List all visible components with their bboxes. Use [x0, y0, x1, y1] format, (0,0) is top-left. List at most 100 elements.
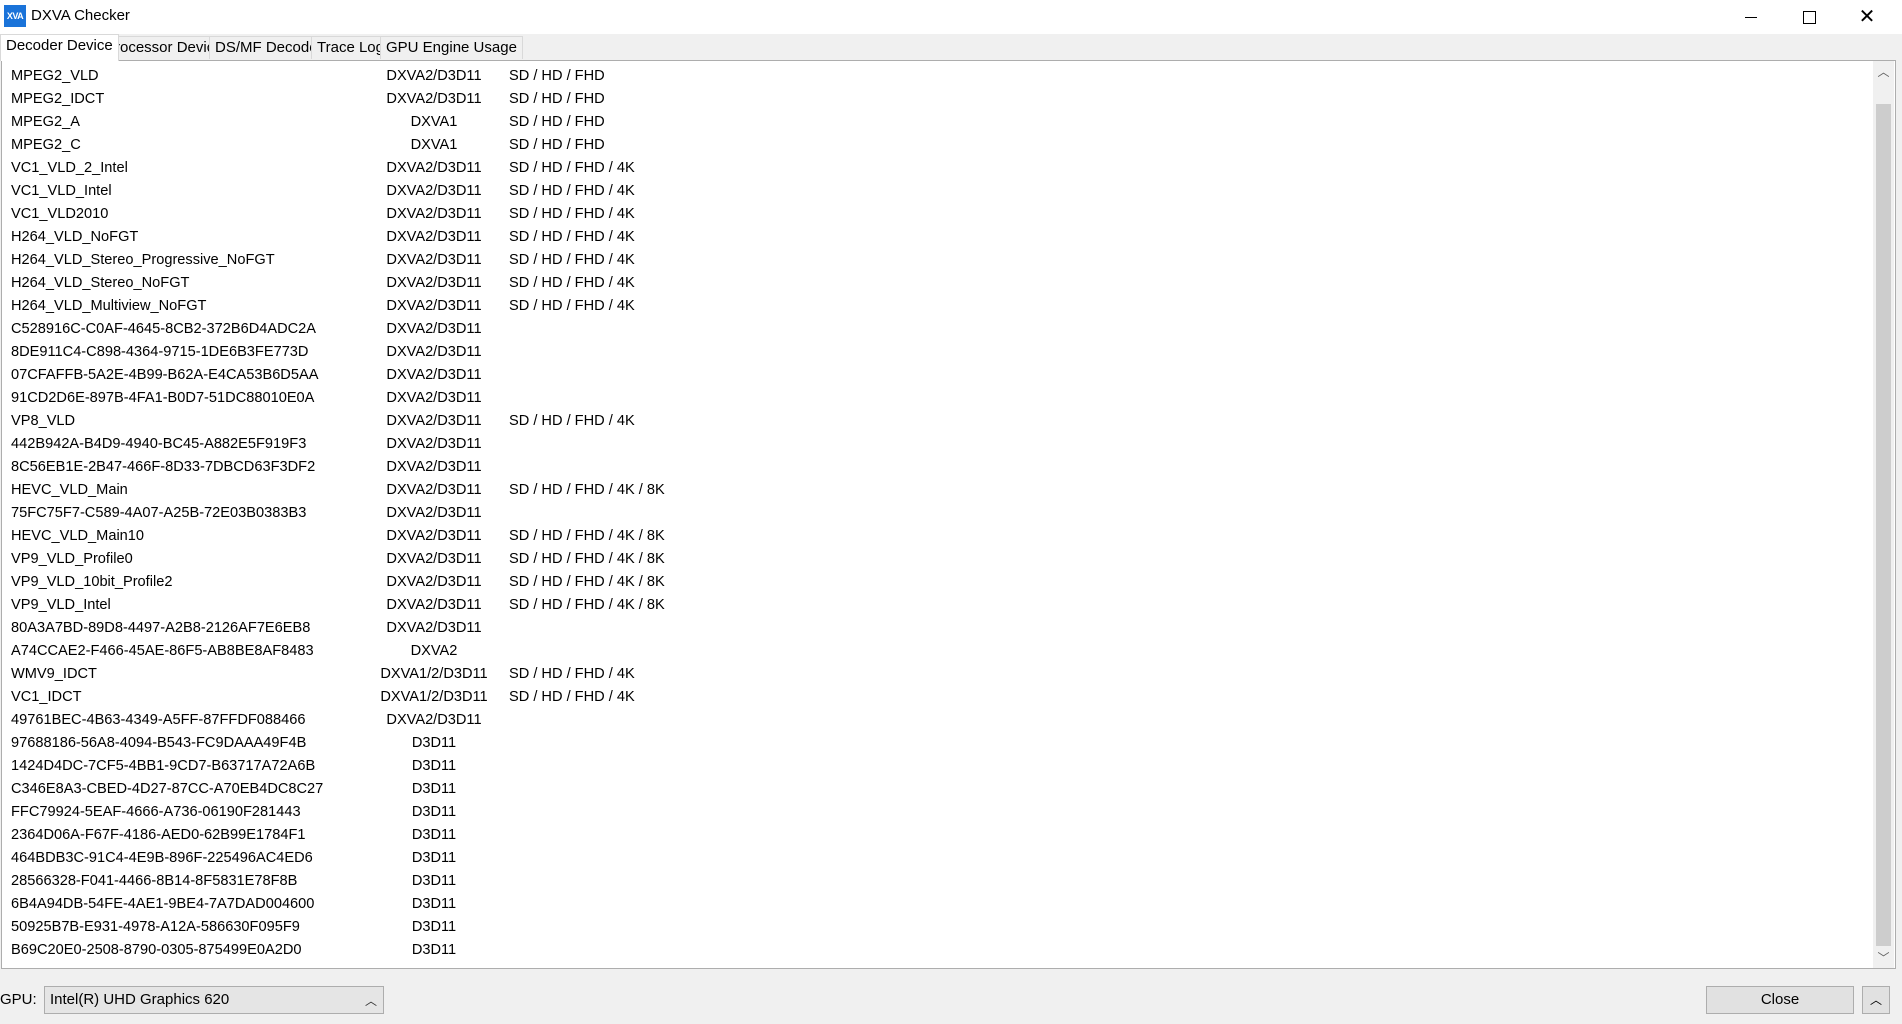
- decoder-name: H264_VLD_Multiview_NoFGT: [11, 298, 207, 314]
- decoder-name: VC1_VLD_Intel: [11, 183, 112, 199]
- decoder-api: D3D11: [411, 827, 457, 843]
- decoder-api: DXVA2/D3D11: [386, 344, 482, 360]
- decoder-row[interactable]: H264_VLD_NoFGT DXVA2/D3D11 SD / HD / FHD /…: [2, 226, 1862, 249]
- decoder-resolutions: SD / HD / FHD / 4K / 8K: [509, 482, 665, 498]
- decoder-api: DXVA2/D3D11: [386, 183, 482, 199]
- decoder-row[interactable]: MPEG2_C DXVA1 SD / HD / FHD: [2, 134, 1862, 157]
- decoder-row[interactable]: VC1_IDCT DXVA1/2/D3D11 SD / HD / FHD / 4K: [2, 686, 1862, 709]
- tab-gpu-engine-usage[interactable]: GPU Engine Usage: [380, 36, 523, 59]
- decoder-name: VC1_IDCT: [11, 689, 82, 705]
- decoder-row[interactable]: 28566328-F041-4466-8B14-8F5831E78F8B D3D1…: [2, 870, 1862, 893]
- decoder-resolutions: SD / HD / FHD: [509, 68, 605, 84]
- decoder-name: 28566328-F041-4466-8B14-8F5831E78F8B: [11, 873, 298, 889]
- decoder-name: 442B942A-B4D9-4940-BC45-A882E5F919F3: [11, 436, 307, 452]
- decoder-row[interactable]: 80A3A7BD-89D8-4497-A2B8-2126AF7E6EB8 DXVA…: [2, 617, 1862, 640]
- decoder-row[interactable]: C346E8A3-CBED-4D27-87CC-A70EB4DC8C27 D3D1…: [2, 778, 1862, 801]
- decoder-row[interactable]: 91CD2D6E-897B-4FA1-B0D7-51DC88010E0A DXVA…: [2, 387, 1862, 410]
- gpu-select[interactable]: Intel(R) UHD Graphics 620 ︿: [44, 986, 384, 1014]
- decoder-resolutions: SD / HD / FHD / 4K / 8K: [509, 528, 665, 544]
- decoder-row[interactable]: H264_VLD_Stereo_NoFGT DXVA2/D3D11 SD / HD …: [2, 272, 1862, 295]
- decoder-row[interactable]: HEVC_VLD_Main10 DXVA2/D3D11 SD / HD / FHD …: [2, 525, 1862, 548]
- decoder-row[interactable]: 8DE911C4-C898-4364-9715-1DE6B3FE773D DXVA…: [2, 341, 1862, 364]
- vertical-scrollbar[interactable]: ︿ ﹀: [1873, 61, 1894, 968]
- decoder-name: 6B4A94DB-54FE-4AE1-9BE4-7A7DAD004600: [11, 896, 315, 912]
- scrollbar-thumb[interactable]: [1876, 104, 1891, 946]
- decoder-name: 07CFAFFB-5A2E-4B99-B62A-E4CA53B6D5AA: [11, 367, 319, 383]
- decoder-name: A74CCAE2-F466-45AE-86F5-AB8BE8AF8483: [11, 643, 314, 659]
- decoder-name: 91CD2D6E-897B-4FA1-B0D7-51DC88010E0A: [11, 390, 315, 406]
- decoder-name: C346E8A3-CBED-4D27-87CC-A70EB4DC8C27: [11, 781, 324, 797]
- decoder-row[interactable]: 97688186-56A8-4094-B543-FC9DAAA49F4B D3D1…: [2, 732, 1862, 755]
- decoder-row[interactable]: H264_VLD_Multiview_NoFGT DXVA2/D3D11 SD / …: [2, 295, 1862, 318]
- decoder-name: FFC79924-5EAF-4666-A736-06190F281443: [11, 804, 301, 820]
- decoder-name: 97688186-56A8-4094-B543-FC9DAAA49F4B: [11, 735, 307, 751]
- decoder-name: H264_VLD_NoFGT: [11, 229, 139, 245]
- decoder-name: B69C20E0-2508-8790-0305-875499E0A2D0: [11, 942, 302, 958]
- close-window-button[interactable]: ✕: [1838, 0, 1896, 34]
- decoder-name: MPEG2_VLD: [11, 68, 99, 84]
- chevron-up-icon[interactable]: ︿: [1873, 61, 1894, 82]
- decoder-api: DXVA2/D3D11: [386, 620, 482, 636]
- decoder-api: DXVA1/2/D3D11: [380, 666, 488, 682]
- app-window: XVA DXVA Checker ✕ Decoder Device Proces…: [0, 0, 1902, 1024]
- title-bar: XVA DXVA Checker ✕: [0, 0, 1902, 34]
- decoder-row[interactable]: MPEG2_IDCT DXVA2/D3D11 SD / HD / FHD: [2, 88, 1862, 111]
- decoder-resolutions: SD / HD / FHD / 4K / 8K: [509, 574, 665, 590]
- decoder-row[interactable]: 75FC75F7-C589-4A07-A25B-72E03B0383B3 DXVA…: [2, 502, 1862, 525]
- decoder-resolutions: SD / HD / FHD / 4K: [509, 413, 635, 429]
- gpu-label: GPU:: [0, 991, 37, 1008]
- decoder-row[interactable]: 2364D06A-F67F-4186-AED0-62B99E1784F1 D3D1…: [2, 824, 1862, 847]
- decoder-name: MPEG2_C: [11, 137, 81, 153]
- decoder-api: DXVA2/D3D11: [386, 459, 482, 475]
- decoder-api: D3D11: [411, 896, 457, 912]
- decoder-row[interactable]: H264_VLD_Stereo_Progressive_NoFGT DXVA2/D…: [2, 249, 1862, 272]
- decoder-row[interactable]: A74CCAE2-F466-45AE-86F5-AB8BE8AF8483 DXVA…: [2, 640, 1862, 663]
- decoder-row[interactable]: C528916C-C0AF-4645-8CB2-372B6D4ADC2A DXVA…: [2, 318, 1862, 341]
- decoder-row[interactable]: VC1_VLD2010 DXVA2/D3D11 SD / HD / FHD / 4K: [2, 203, 1862, 226]
- decoder-resolutions: SD / HD / FHD / 4K: [509, 229, 635, 245]
- decoder-api: DXVA2/D3D11: [386, 252, 482, 268]
- decoder-row[interactable]: VC1_VLD_Intel DXVA2/D3D11 SD / HD / FHD / …: [2, 180, 1862, 203]
- decoder-name: VP9_VLD_Intel: [11, 597, 111, 613]
- decoder-api: DXVA2/D3D11: [386, 321, 482, 337]
- tab-decoder-device[interactable]: Decoder Device: [0, 34, 119, 61]
- decoder-row[interactable]: WMV9_IDCT DXVA1/2/D3D11 SD / HD / FHD / 4K: [2, 663, 1862, 686]
- decoder-resolutions: SD / HD / FHD / 4K: [509, 183, 635, 199]
- decoder-api: D3D11: [411, 758, 457, 774]
- decoder-row[interactable]: 8C56EB1E-2B47-466F-8D33-7DBCD63F3DF2 DXVA…: [2, 456, 1862, 479]
- decoder-name: 2364D06A-F67F-4186-AED0-62B99E1784F1: [11, 827, 306, 843]
- decoder-row[interactable]: 07CFAFFB-5A2E-4B99-B62A-E4CA53B6D5AA DXVA…: [2, 364, 1862, 387]
- decoder-row[interactable]: VP9_VLD_Intel DXVA2/D3D11 SD / HD / FHD / …: [2, 594, 1862, 617]
- decoder-name: 8C56EB1E-2B47-466F-8D33-7DBCD63F3DF2: [11, 459, 316, 475]
- decoder-row[interactable]: 1424D4DC-7CF5-4BB1-9CD7-B63717A72A6B D3D1…: [2, 755, 1862, 778]
- decoder-row[interactable]: MPEG2_VLD DXVA2/D3D11 SD / HD / FHD: [2, 65, 1862, 88]
- decoder-row[interactable]: VP8_VLD DXVA2/D3D11 SD / HD / FHD / 4K: [2, 410, 1862, 433]
- decoder-row[interactable]: 442B942A-B4D9-4940-BC45-A882E5F919F3 DXVA…: [2, 433, 1862, 456]
- decoder-api: D3D11: [411, 873, 457, 889]
- tab-trace-log[interactable]: Trace Log: [311, 36, 390, 59]
- decoder-row[interactable]: FFC79924-5EAF-4666-A736-06190F281443 D3D1…: [2, 801, 1862, 824]
- chevron-up-icon: ︿: [364, 994, 377, 1008]
- decoder-row[interactable]: MPEG2_A DXVA1 SD / HD / FHD: [2, 111, 1862, 134]
- close-button[interactable]: Close: [1706, 986, 1854, 1014]
- maximize-button[interactable]: [1780, 0, 1838, 34]
- decoder-row[interactable]: VP9_VLD_10bit_Profile2 DXVA2/D3D11 SD / HD…: [2, 571, 1862, 594]
- decoder-api: D3D11: [411, 942, 457, 958]
- decoder-api: DXVA1: [410, 137, 458, 153]
- chevron-down-icon[interactable]: ﹀: [1873, 947, 1894, 968]
- minimize-button[interactable]: [1722, 0, 1780, 34]
- decoder-row[interactable]: 6B4A94DB-54FE-4AE1-9BE4-7A7DAD004600 D3D1…: [2, 893, 1862, 916]
- decoder-api: DXVA2/D3D11: [386, 712, 482, 728]
- decoder-resolutions: SD / HD / FHD / 4K: [509, 689, 635, 705]
- collapse-button[interactable]: ︿: [1862, 986, 1890, 1014]
- decoder-api: DXVA2/D3D11: [386, 390, 482, 406]
- decoder-api: DXVA2/D3D11: [386, 505, 482, 521]
- decoder-row[interactable]: 50925B7B-E931-4978-A12A-586630F095F9 D3D1…: [2, 916, 1862, 939]
- decoder-row[interactable]: B69C20E0-2508-8790-0305-875499E0A2D0 D3D1…: [2, 939, 1862, 962]
- decoder-row[interactable]: 464BDB3C-91C4-4E9B-896F-225496AC4ED6 D3D1…: [2, 847, 1862, 870]
- decoder-list[interactable]: ︿ ﹀ MPEG2_VLD DXVA2/D3D11 SD / HD / FHD MPE…: [1, 60, 1896, 969]
- decoder-row[interactable]: VP9_VLD_Profile0 DXVA2/D3D11 SD / HD / FHD…: [2, 548, 1862, 571]
- decoder-row[interactable]: VC1_VLD_2_Intel DXVA2/D3D11 SD / HD / FHD …: [2, 157, 1862, 180]
- decoder-row[interactable]: 49761BEC-4B63-4349-A5FF-87FFDF088466 DXVA…: [2, 709, 1862, 732]
- decoder-row[interactable]: HEVC_VLD_Main DXVA2/D3D11 SD / HD / FHD / …: [2, 479, 1862, 502]
